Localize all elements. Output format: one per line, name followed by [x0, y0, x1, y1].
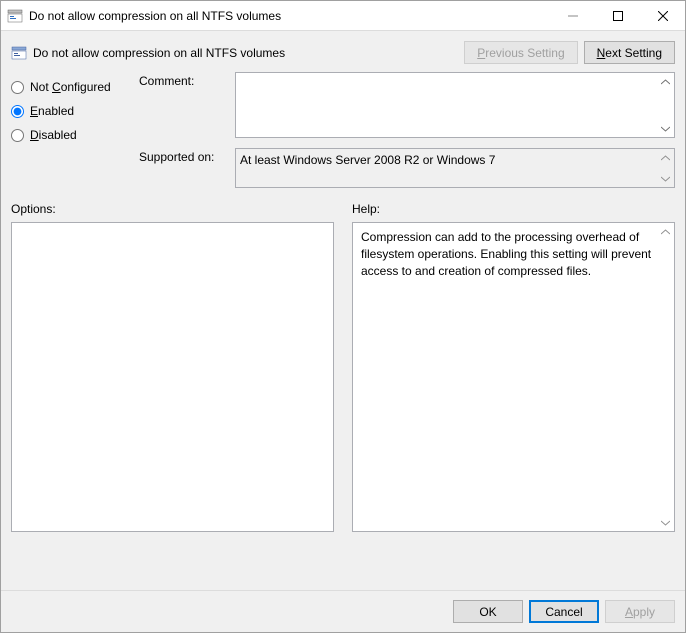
next-setting-button[interactable]: Next Setting [584, 41, 675, 64]
policy-title-area: Do not allow compression on all NTFS vol… [11, 45, 456, 61]
help-column: Help: Compression can add to the process… [352, 202, 675, 532]
scroll-down-icon[interactable] [659, 172, 672, 185]
apply-button[interactable]: Apply [605, 600, 675, 623]
radio-disabled-input[interactable] [11, 129, 24, 142]
previous-setting-button[interactable]: Previous Setting [464, 41, 577, 64]
help-label: Help: [352, 202, 675, 216]
window-title: Do not allow compression on all NTFS vol… [29, 9, 550, 23]
policy-icon [11, 45, 27, 61]
ok-button[interactable]: OK [453, 600, 523, 623]
app-icon [7, 8, 23, 24]
scroll-down-icon[interactable] [659, 122, 672, 135]
radio-enabled-input[interactable] [11, 105, 24, 118]
radio-not-configured[interactable]: Not Configured [11, 80, 121, 94]
nav-buttons: Previous Setting Next Setting [464, 41, 675, 64]
comment-textarea[interactable] [235, 72, 675, 138]
options-label: Options: [11, 202, 334, 216]
radio-not-configured-input[interactable] [11, 81, 24, 94]
header-row: Do not allow compression on all NTFS vol… [11, 41, 675, 64]
options-panel[interactable] [11, 222, 334, 532]
scroll-down-icon[interactable] [659, 516, 672, 529]
minimize-button[interactable] [550, 1, 595, 30]
supported-on-box: At least Windows Server 2008 R2 or Windo… [235, 148, 675, 188]
scroll-up-icon[interactable] [659, 75, 672, 88]
dialog-footer: OK Cancel Apply [1, 590, 685, 632]
maximize-button[interactable] [595, 1, 640, 30]
titlebar: Do not allow compression on all NTFS vol… [1, 1, 685, 31]
scroll-up-icon[interactable] [659, 151, 672, 164]
right-form: Comment: Supported on: At least Windows … [139, 72, 675, 188]
cancel-button[interactable]: Cancel [529, 600, 599, 623]
close-button[interactable] [640, 1, 685, 30]
dialog-window: Do not allow compression on all NTFS vol… [0, 0, 686, 633]
state-radio-group: Not Configured Enabled Disabled [11, 72, 121, 188]
scroll-up-icon[interactable] [659, 225, 672, 238]
policy-title-text: Do not allow compression on all NTFS vol… [33, 46, 285, 60]
help-content: Compression can add to the processing ov… [361, 230, 651, 278]
lower-section: Options: Help: Compression can add to th… [11, 202, 675, 532]
radio-enabled[interactable]: Enabled [11, 104, 121, 118]
comment-label: Comment: [139, 72, 229, 88]
options-column: Options: [11, 202, 334, 532]
supported-on-value: At least Windows Server 2008 R2 or Windo… [240, 153, 495, 167]
radio-disabled[interactable]: Disabled [11, 128, 121, 142]
content-area: Do not allow compression on all NTFS vol… [1, 31, 685, 590]
supported-on-label: Supported on: [139, 148, 229, 164]
upper-section: Not Configured Enabled Disabled Comment: [11, 72, 675, 188]
help-panel: Compression can add to the processing ov… [352, 222, 675, 532]
